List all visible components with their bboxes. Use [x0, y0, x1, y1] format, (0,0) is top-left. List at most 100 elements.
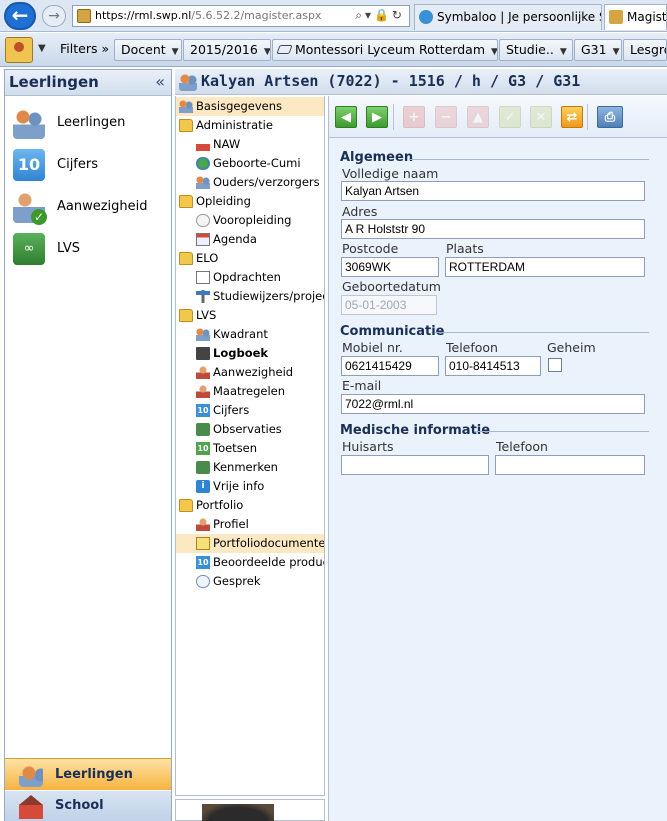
tree-item-profiel[interactable]: Profiel — [176, 515, 324, 534]
module-school-button[interactable]: School — [5, 791, 171, 821]
tree-item-aanwezigheid[interactable]: Aanwezigheid — [176, 363, 324, 382]
folder-icon — [179, 252, 193, 265]
tree-item-agenda[interactable]: Agenda — [176, 230, 324, 249]
tree-item-label: Opleiding — [196, 194, 251, 208]
tree-item-maatregelen[interactable]: Maatregelen — [176, 382, 324, 401]
chevron-down-icon[interactable]: ▼ — [38, 43, 46, 54]
tree-item-label: Ouders/verzorgers — [213, 175, 320, 189]
lesgroep-dropdown[interactable]: Lesgro — [623, 39, 667, 61]
tree-item-portfolio[interactable]: Portfolio — [176, 496, 324, 515]
tree-item-elo[interactable]: ELO — [176, 249, 324, 268]
tree-item-observaties[interactable]: Observaties — [176, 420, 324, 439]
up-button[interactable]: ▲ — [467, 106, 489, 128]
telefoon-label: Telefoon — [446, 340, 498, 355]
eraser-icon — [276, 45, 293, 54]
remove-button[interactable]: − — [435, 106, 457, 128]
tree-item-naw[interactable]: NAW — [176, 135, 324, 154]
tree-item-gesprek[interactable]: Gesprek — [176, 572, 324, 591]
symbaloo-favicon-icon — [419, 10, 433, 24]
folder-icon — [179, 499, 193, 512]
docent-dropdown[interactable]: Docent ▼ — [114, 39, 182, 61]
filters-toggle[interactable]: Filters » — [56, 39, 113, 61]
tree-item-administratie[interactable]: Administratie — [176, 116, 324, 135]
next-button[interactable]: ▶ — [366, 106, 388, 128]
sign-icon — [196, 290, 210, 303]
people-icon — [179, 73, 197, 91]
tree-item-label: Logboek — [213, 346, 269, 360]
tree-item-ouders-verzorgers[interactable]: Ouders/verzorgers — [176, 173, 324, 192]
module-leerlingen-button[interactable]: Leerlingen — [5, 758, 171, 790]
tree-item-toetsen[interactable]: 10 Toetsen — [176, 439, 324, 458]
tree-item-basisgegevens[interactable]: Basisgegevens — [176, 97, 324, 116]
volledige-naam-field[interactable]: Kalyan Artsen — [341, 181, 645, 201]
sidebar: Leerlingen « Leerlingen 10 Cijfers Aanwe… — [4, 69, 172, 821]
section-title-communicatie: Communicatie — [340, 324, 445, 339]
calendar-icon — [196, 233, 210, 246]
email-field[interactable]: 7022@rml.nl — [341, 394, 645, 414]
ten-icon: 10 — [196, 404, 210, 417]
address-bar-tools-icon[interactable]: ⌕▾🔒↻ — [355, 8, 405, 23]
forward-arrow-icon[interactable]: → — [42, 5, 66, 27]
magister-logo-icon[interactable] — [5, 37, 33, 63]
tree-item-vrije-info[interactable]: i Vrije info — [176, 477, 324, 496]
school-dropdown[interactable]: Montessori Lyceum Rotterdam ▼ — [272, 39, 498, 61]
page-title: Kalyan Artsen (7022) - 1516 / h / G3 / G… — [201, 72, 581, 90]
tree-item-beoordeelde-producten[interactable]: 10Beoordeelde producten — [176, 553, 324, 572]
previous-button[interactable]: ◀ — [335, 106, 357, 128]
cancel-button[interactable]: ✕ — [530, 106, 552, 128]
confirm-button[interactable]: ✓ — [499, 106, 521, 128]
browser-toolbar: ← → https://rml.swp.nl/5.6.52.2/magister… — [0, 0, 667, 32]
folder-icon — [179, 195, 193, 208]
tree-item-kenmerken[interactable]: Kenmerken — [176, 458, 324, 477]
medisch-telefoon-field[interactable] — [495, 455, 645, 475]
hat-icon — [196, 214, 210, 227]
sidebar-title: Leerlingen — [9, 73, 99, 91]
tree-item-label: Geboorte-Cumi — [213, 156, 301, 170]
print-button[interactable]: ⎙ — [597, 106, 623, 128]
sidebar-item-aanwezigheid[interactable]: Aanwezigheid — [5, 186, 171, 228]
sidebar-item-lvs[interactable]: ∞ LVS — [5, 228, 171, 270]
tree-item-logboek[interactable]: Logboek — [176, 344, 324, 363]
browser-tab-magister[interactable]: Magiste — [604, 4, 667, 30]
tree-item-label: Opdrachten — [213, 270, 281, 284]
back-arrow-icon[interactable]: ← — [4, 2, 36, 30]
telefoon-field[interactable]: 010-8414513 — [445, 356, 541, 376]
huisarts-label: Huisarts — [342, 439, 394, 454]
huisarts-field[interactable] — [341, 455, 489, 475]
tree-item-studiewijzers-projecten[interactable]: Studiewijzers/projecten — [176, 287, 324, 306]
add-button[interactable]: + — [403, 106, 425, 128]
tree-item-label: Portfolio — [196, 498, 244, 512]
adres-field[interactable]: A R Holststr 90 — [341, 219, 645, 239]
grades-10-icon: 10 — [13, 149, 45, 181]
studie-dropdown[interactable]: Studie.. ▼ — [499, 39, 573, 61]
tree-item-cijfers[interactable]: 10 Cijfers — [176, 401, 324, 420]
refresh-button[interactable]: ⇄ — [561, 106, 583, 128]
tree-item-opdrachten[interactable]: Opdrachten — [176, 268, 324, 287]
tree-item-kwadrant[interactable]: Kwadrant — [176, 325, 324, 344]
tree-item-portfoliodocumenten[interactable]: Portfoliodocumenten — [176, 534, 324, 553]
geheim-checkbox[interactable] — [548, 358, 562, 372]
tree-item-lvs[interactable]: LVS — [176, 306, 324, 325]
geboortedatum-field: 05-01-2003 — [341, 295, 437, 315]
plaats-field[interactable]: ROTTERDAM — [445, 257, 645, 277]
group-dropdown[interactable]: G31 ▼ — [574, 39, 622, 61]
tree-item-vooropleiding[interactable]: Vooropleiding — [176, 211, 324, 230]
email-label: E-mail — [342, 378, 382, 393]
browser-tab-symbaloo[interactable]: Symbaloo | Je persoonlijke St... — [414, 4, 602, 30]
postcode-field[interactable]: 3069WK — [341, 257, 439, 277]
collapse-icon[interactable]: « — [155, 70, 165, 94]
tree-item-label: Vrije info — [213, 479, 265, 493]
mobiel-field[interactable]: 0621415429 — [341, 356, 439, 376]
folder-icon — [179, 119, 193, 132]
tree-item-label: Gesprek — [213, 574, 261, 588]
tree-item-geboorte-cumi[interactable]: Geboorte-Cumi — [176, 154, 324, 173]
tree-item-label: Maatregelen — [213, 384, 286, 398]
tree-item-label: Basisgegevens — [196, 99, 283, 113]
address-bar[interactable]: https://rml.swp.nl/5.6.52.2/magister.asp… — [72, 5, 410, 27]
sidebar-item-leerlingen[interactable]: Leerlingen — [5, 102, 171, 144]
tree-item-opleiding[interactable]: Opleiding — [176, 192, 324, 211]
year-dropdown[interactable]: 2015/2016 ▼ — [183, 39, 271, 61]
volledige-naam-label: Volledige naam — [342, 166, 439, 181]
sidebar-item-cijfers[interactable]: 10 Cijfers — [5, 144, 171, 186]
info-icon: i — [196, 480, 210, 493]
